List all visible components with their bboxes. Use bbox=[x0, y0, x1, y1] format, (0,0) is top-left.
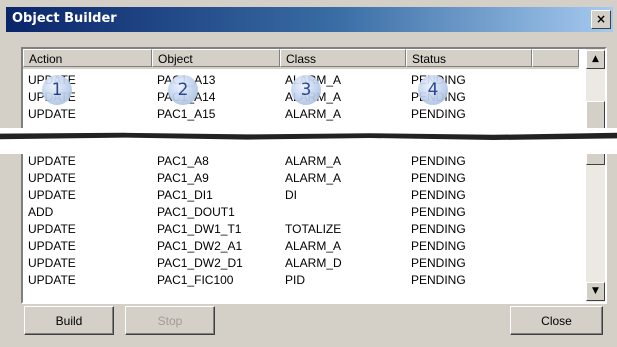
cell-status: PENDING bbox=[411, 171, 466, 185]
callout-badge-2: 2 bbox=[168, 75, 198, 105]
callout-badge-4: 4 bbox=[418, 75, 448, 105]
list-header: Action Object Class Status bbox=[23, 49, 579, 69]
cell-class: PID bbox=[285, 273, 306, 287]
cell-object: PAC1_DW1_T1 bbox=[157, 222, 242, 236]
cell-class: ALARM_A bbox=[285, 107, 342, 121]
cell-status: PENDING bbox=[411, 205, 466, 219]
cell-status: PENDING bbox=[411, 256, 466, 270]
vertical-scrollbar[interactable]: ▲ ▼ bbox=[586, 49, 605, 302]
cell-class: ALARM_A bbox=[285, 154, 342, 168]
window-title: Object Builder bbox=[12, 11, 117, 26]
cell-status: PENDING bbox=[411, 188, 466, 202]
cell-class: ALARM_A bbox=[285, 239, 342, 253]
cell-object: PAC1_FIC100 bbox=[157, 273, 234, 287]
table-row[interactable]: UPDATE PAC1_DW2_D1 ALARM_D PENDING bbox=[23, 255, 579, 272]
cell-object: PAC1_DI1 bbox=[157, 188, 213, 202]
cell-object: PAC1_A9 bbox=[157, 171, 209, 185]
cell-object: PAC1_DW2_D1 bbox=[157, 256, 243, 270]
table-row[interactable]: UPDATE PAC1_A9 ALARM_A PENDING bbox=[23, 170, 579, 187]
cell-object: PAC1_A8 bbox=[157, 154, 209, 168]
table-row[interactable]: UPDATE PAC1_A8 ALARM_A PENDING bbox=[23, 153, 579, 170]
scroll-down-button[interactable]: ▼ bbox=[586, 282, 605, 301]
table-row[interactable]: UPDATE PAC1_DW2_A1 ALARM_A PENDING bbox=[23, 238, 579, 255]
callout-badge-3: 3 bbox=[291, 75, 321, 105]
cell-object: PAC1_DW2_A1 bbox=[157, 239, 243, 253]
up-arrow-icon: ▲ bbox=[592, 54, 599, 64]
column-header-status[interactable]: Status bbox=[406, 49, 532, 67]
cell-object: PAC1_A15 bbox=[157, 107, 216, 121]
cell-status: PENDING bbox=[411, 107, 466, 121]
cell-action: UPDATE bbox=[28, 256, 76, 270]
title-bar: Object Builder × bbox=[6, 7, 613, 32]
build-button[interactable]: Build bbox=[24, 306, 114, 335]
callout-badge-1: 1 bbox=[42, 75, 72, 105]
close-button[interactable]: Close bbox=[510, 306, 603, 335]
column-header-object[interactable]: Object bbox=[152, 49, 280, 67]
cell-status: PENDING bbox=[411, 239, 466, 253]
down-arrow-icon: ▼ bbox=[592, 286, 599, 296]
cell-class: ALARM_A bbox=[285, 171, 342, 185]
cell-status: PENDING bbox=[411, 222, 466, 236]
table-row[interactable]: UPDATE PAC1_FIC100 PID PENDING bbox=[23, 272, 579, 289]
cell-class: ALARM_D bbox=[285, 256, 342, 270]
cell-status: PENDING bbox=[411, 154, 466, 168]
torn-edge-overlay bbox=[0, 128, 617, 154]
stop-button[interactable]: Stop bbox=[125, 306, 215, 335]
cell-class: TOTALIZE bbox=[285, 222, 342, 236]
cell-class: DI bbox=[285, 188, 297, 202]
cell-action: UPDATE bbox=[28, 222, 76, 236]
cell-status: PENDING bbox=[411, 273, 466, 287]
column-header-class[interactable]: Class bbox=[280, 49, 406, 67]
scroll-up-button[interactable]: ▲ bbox=[586, 50, 605, 69]
column-header-empty bbox=[532, 49, 579, 67]
cell-action: UPDATE bbox=[28, 273, 76, 287]
table-row[interactable]: UPDATE PAC1_A15 ALARM_A PENDING bbox=[23, 106, 579, 123]
close-window-button[interactable]: × bbox=[591, 10, 611, 29]
cell-action: UPDATE bbox=[28, 239, 76, 253]
cell-object: PAC1_DOUT1 bbox=[157, 205, 235, 219]
cell-action: UPDATE bbox=[28, 188, 76, 202]
cell-action: UPDATE bbox=[28, 171, 76, 185]
cell-action: UPDATE bbox=[28, 154, 76, 168]
column-header-action[interactable]: Action bbox=[23, 49, 152, 67]
cell-action: ADD bbox=[28, 205, 54, 219]
table-row[interactable]: UPDATE PAC1_DI1 DI PENDING bbox=[23, 187, 579, 204]
cell-action: UPDATE bbox=[28, 107, 76, 121]
object-builder-window: Object Builder × Action Object Class Sta… bbox=[0, 0, 617, 347]
table-row[interactable]: ADD PAC1_DOUT1 PENDING bbox=[23, 204, 579, 221]
table-row[interactable]: UPDATE PAC1_DW1_T1 TOTALIZE PENDING bbox=[23, 221, 579, 238]
